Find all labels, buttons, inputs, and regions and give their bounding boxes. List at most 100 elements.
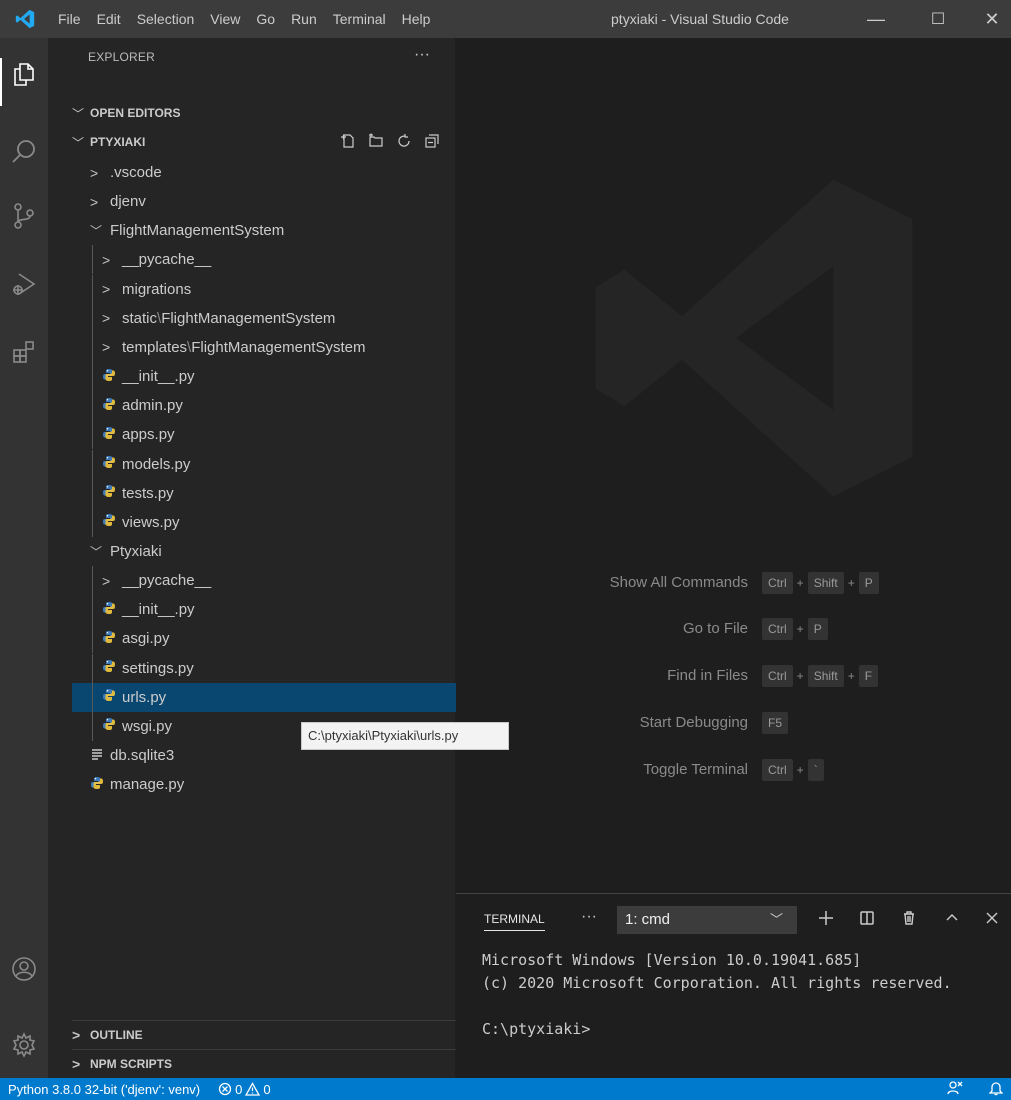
- shortcut-keys: Ctrl + `: [762, 759, 824, 781]
- tree-item-label: migrations: [122, 280, 192, 298]
- window-title: ptyxiaki - Visual Studio Code: [611, 11, 789, 27]
- terminal-prompt[interactable]: C:\ptyxiaki>: [482, 1020, 590, 1038]
- live-share-icon[interactable]: [947, 1080, 963, 1099]
- menu-edit[interactable]: Edit: [89, 0, 129, 38]
- tree-item-label: apps.py: [122, 426, 175, 444]
- open-editors-section[interactable]: ﹀ OPEN EDITORS: [72, 100, 456, 126]
- close-window-button[interactable]: ✕: [969, 0, 1011, 38]
- tree-file[interactable]: admin.py: [72, 391, 456, 421]
- split-terminal-icon[interactable]: [855, 904, 879, 932]
- keybinding-key: Shift: [807, 572, 844, 594]
- file-path-tooltip: C:\ptyxiaki\Ptyxiaki\urls.py: [301, 722, 509, 750]
- outline-section[interactable]: > OUTLINE: [72, 1020, 456, 1049]
- tree-file[interactable]: apps.py: [72, 420, 456, 450]
- tree-item-label: __pycache__: [122, 572, 212, 590]
- python-interpreter[interactable]: Python 3.8.0 32-bit ('djenv': venv): [8, 1082, 200, 1097]
- tree-folder[interactable]: > templates \ FlightManagementSystem: [72, 332, 456, 362]
- tree-file[interactable]: urls.py: [72, 682, 456, 712]
- new-file-icon[interactable]: [340, 133, 356, 152]
- extensions-icon[interactable]: [0, 328, 48, 376]
- shortcut-keys: Ctrl + Shift + F: [762, 665, 879, 687]
- trash-icon[interactable]: [897, 904, 921, 932]
- menu-file[interactable]: File: [50, 0, 89, 38]
- indent-guide: [92, 653, 93, 683]
- accounts-icon[interactable]: [0, 945, 48, 993]
- explorer-icon[interactable]: [0, 50, 48, 106]
- npm-scripts-label: NPM SCRIPTS: [90, 1057, 173, 1071]
- search-icon[interactable]: [0, 128, 48, 176]
- indent-guide: [92, 682, 93, 712]
- collapse-all-icon[interactable]: [424, 133, 440, 152]
- tree-file[interactable]: asgi.py: [72, 624, 456, 654]
- tree-file[interactable]: views.py: [72, 507, 456, 537]
- tree-file[interactable]: __init__.py: [72, 595, 456, 625]
- shortcut-hint: Start Debugging F5: [456, 710, 1011, 736]
- maximize-button[interactable]: ☐: [915, 0, 961, 38]
- new-folder-icon[interactable]: [368, 133, 384, 152]
- chevron-right-icon: >: [102, 310, 111, 327]
- tab-terminal[interactable]: TERMINAL: [484, 912, 545, 931]
- new-terminal-icon[interactable]: [814, 904, 838, 932]
- python-file-icon: [102, 688, 122, 706]
- menu-selection[interactable]: Selection: [129, 0, 203, 38]
- keybinding-key: Ctrl: [762, 665, 793, 687]
- tree-item-label: tests.py: [122, 484, 174, 502]
- indent-guide: [92, 274, 93, 304]
- minimize-button[interactable]: —: [853, 0, 899, 38]
- tree-item-label: asgi.py: [122, 630, 170, 648]
- shortcut-label: Toggle Terminal: [643, 761, 748, 778]
- source-control-icon[interactable]: [0, 192, 48, 240]
- workspace-folder-section[interactable]: ﹀ PTYXIAKI: [72, 129, 456, 155]
- indent-guide: [92, 303, 93, 333]
- menu-go[interactable]: Go: [248, 0, 283, 38]
- npm-scripts-section[interactable]: > NPM SCRIPTS: [72, 1049, 456, 1078]
- maximize-panel-icon[interactable]: [940, 904, 964, 932]
- tree-item-label: __pycache__: [122, 251, 212, 269]
- indent-guide: [92, 391, 93, 421]
- terminal-line: Microsoft Windows [Version 10.0.19041.68…: [482, 951, 862, 969]
- tree-file[interactable]: __init__.py: [72, 362, 456, 392]
- close-panel-icon[interactable]: [980, 904, 1004, 932]
- keybinding-key: F5: [762, 712, 789, 734]
- vscode-logo-icon: [0, 0, 50, 38]
- terminal-select[interactable]: 1: cmd ﹀: [617, 906, 797, 934]
- tree-folder[interactable]: ﹀ FlightManagementSystem: [72, 216, 456, 245]
- shortcut-hint: Find in Files Ctrl + Shift + F: [456, 663, 1011, 689]
- indent-guide: [92, 478, 93, 508]
- explorer-more-actions[interactable]: ···: [414, 38, 430, 72]
- chevron-right-icon: >: [102, 339, 111, 356]
- run-debug-icon[interactable]: [0, 260, 48, 308]
- shortcut-label: Show All Commands: [609, 574, 748, 591]
- terminal-line: (c) 2020 Microsoft Corporation. All righ…: [482, 974, 952, 992]
- tree-file[interactable]: manage.py: [72, 770, 456, 799]
- tree-folder[interactable]: ﹀ Ptyxiaki: [72, 537, 456, 566]
- tree-folder[interactable]: > migrations: [72, 274, 456, 304]
- panel-more-actions[interactable]: ···: [581, 908, 597, 926]
- shortcut-label: Start Debugging: [639, 714, 748, 731]
- refresh-icon[interactable]: [396, 133, 412, 152]
- menu-terminal[interactable]: Terminal: [325, 0, 394, 38]
- notifications-bell-icon[interactable]: [988, 1080, 1004, 1099]
- indent-guide: [92, 362, 93, 392]
- tree-file[interactable]: tests.py: [72, 478, 456, 508]
- chevron-down-icon: ﹀: [769, 912, 783, 927]
- menu-help[interactable]: Help: [394, 0, 439, 38]
- python-file-icon: [102, 397, 122, 415]
- tree-folder[interactable]: > .vscode: [72, 158, 456, 187]
- shortcut-hint: Show All Commands Ctrl + Shift + P: [456, 570, 1011, 596]
- terminal-panel: TERMINAL ··· 1: cmd ﹀ Microsoft Windows …: [456, 893, 1011, 1078]
- tree-folder[interactable]: > static \ FlightManagementSystem: [72, 303, 456, 333]
- menu-run[interactable]: Run: [283, 0, 325, 38]
- menu-view[interactable]: View: [202, 0, 248, 38]
- python-file-icon: [102, 717, 122, 735]
- indent-guide: [92, 420, 93, 450]
- tree-file[interactable]: models.py: [72, 449, 456, 479]
- tree-folder[interactable]: > __pycache__: [72, 245, 456, 275]
- key-plus: +: [847, 669, 855, 683]
- tree-file[interactable]: settings.py: [72, 653, 456, 683]
- tree-folder[interactable]: > __pycache__: [72, 566, 456, 596]
- manage-gear-icon[interactable]: [0, 1021, 48, 1069]
- problems-indicator[interactable]: 0 0: [218, 1082, 271, 1097]
- indent-guide: [92, 711, 93, 741]
- tree-folder[interactable]: > djenv: [72, 187, 456, 216]
